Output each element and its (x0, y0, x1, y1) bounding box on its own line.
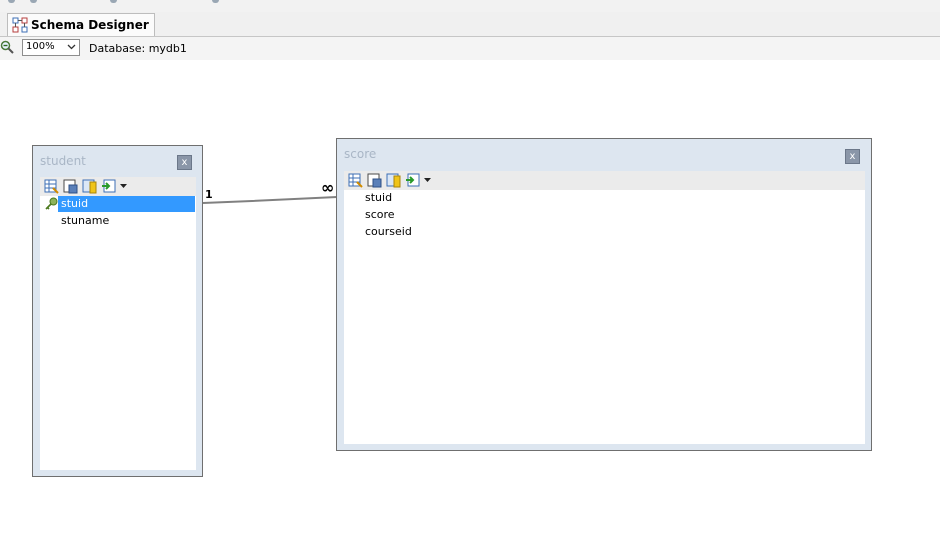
table-data-icon[interactable] (367, 173, 382, 188)
table-window-score[interactable]: score x stuid score courseid (336, 138, 872, 451)
table-toolbar (40, 177, 196, 196)
database-label: Database: mydb1 (89, 42, 187, 55)
table-properties-icon[interactable] (44, 179, 59, 194)
schema-designer-icon (12, 17, 28, 33)
field-row[interactable]: stuid (362, 190, 562, 206)
add-field-icon[interactable] (405, 173, 420, 188)
field-list: stuid stuname (40, 196, 196, 470)
field-row[interactable]: courseid (362, 224, 562, 240)
table-indexes-icon[interactable] (82, 179, 97, 194)
table-title: score (344, 147, 377, 161)
table-toolbar (344, 171, 865, 190)
zoom-out-icon[interactable] (0, 40, 14, 54)
close-icon[interactable]: x (845, 149, 860, 164)
tab-bar: Schema Designer (0, 12, 940, 37)
table-data-icon[interactable] (63, 179, 78, 194)
table-title: student (40, 154, 86, 168)
field-row[interactable]: score (362, 207, 562, 223)
table-properties-icon[interactable] (348, 173, 363, 188)
table-indexes-icon[interactable] (386, 173, 401, 188)
dropdown-arrow-icon[interactable] (424, 178, 431, 183)
tab-schema-designer[interactable]: Schema Designer (7, 13, 155, 36)
zoom-select[interactable]: 100% (22, 39, 80, 56)
field-list: stuid score courseid (344, 190, 865, 444)
main-toolbar-remnant (0, 0, 940, 12)
designer-options-bar: 100% Database: mydb1 (0, 37, 940, 60)
field-row[interactable]: stuname (58, 213, 195, 229)
field-row[interactable]: stuid (58, 196, 195, 212)
add-field-icon[interactable] (101, 179, 116, 194)
tab-label: Schema Designer (31, 18, 149, 32)
primary-key-icon (44, 197, 58, 211)
dropdown-arrow-icon[interactable] (120, 184, 127, 189)
relation-from-label: 1 (205, 188, 213, 201)
chevron-down-icon (67, 42, 76, 51)
relation-to-label: ∞ (321, 178, 335, 197)
zoom-value: 100% (26, 41, 55, 52)
close-icon[interactable]: x (177, 155, 192, 170)
table-window-student[interactable]: student x stuid stuname (32, 145, 203, 477)
